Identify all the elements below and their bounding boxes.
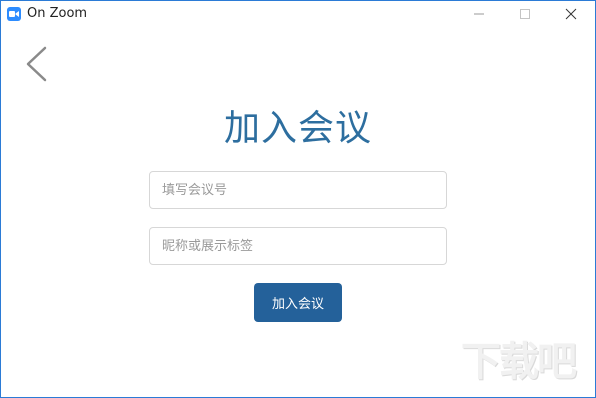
minimize-button[interactable] <box>456 1 502 27</box>
window-title: On Zoom <box>27 6 88 21</box>
meeting-id-input[interactable] <box>149 171 447 209</box>
minimize-icon <box>474 13 484 15</box>
display-name-input[interactable] <box>149 227 447 265</box>
chevron-left-icon <box>26 46 47 82</box>
app-window: On Zoom 加入会议 加入会议 下载吧 <box>0 0 596 398</box>
back-button[interactable] <box>23 45 51 83</box>
close-icon <box>565 8 577 20</box>
close-button[interactable] <box>548 1 594 27</box>
page-title: 加入会议 <box>223 108 372 149</box>
maximize-icon <box>520 9 530 19</box>
join-meeting-button[interactable]: 加入会议 <box>254 283 342 322</box>
watermark-logo: 下载吧 <box>461 339 577 385</box>
zoom-camera-icon <box>7 7 21 21</box>
maximize-button[interactable] <box>502 1 548 27</box>
title-bar[interactable]: On Zoom <box>1 1 595 27</box>
